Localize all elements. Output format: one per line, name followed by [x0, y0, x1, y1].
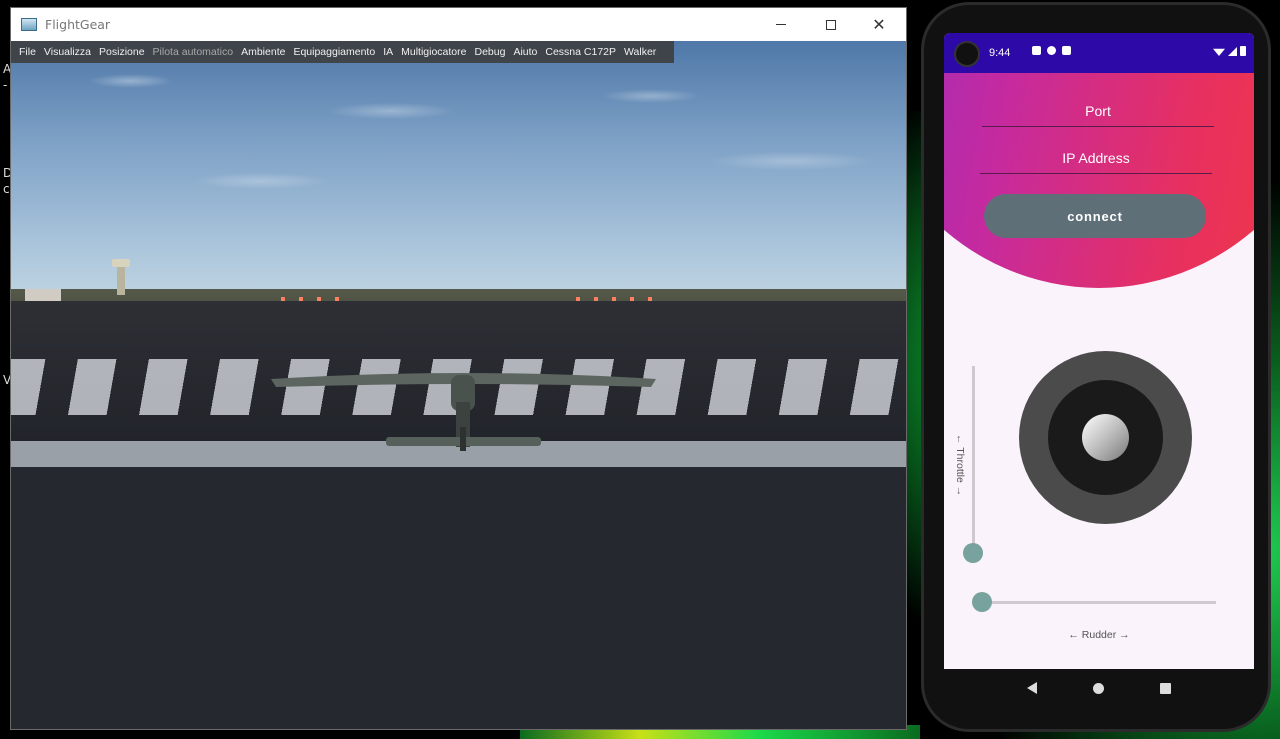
tarmac: [11, 467, 906, 729]
throttle-slider-track[interactable]: [972, 366, 975, 554]
ip-address-field[interactable]: IP Address: [980, 150, 1212, 174]
battery-icon: [1240, 46, 1246, 56]
phone-screen: 9:44 Port IP Address connect ← Throttle …: [944, 33, 1254, 669]
runway-lights: [576, 297, 656, 301]
joystick-knob[interactable]: [1082, 414, 1129, 461]
throttle-slider-thumb[interactable]: [963, 543, 983, 563]
minimize-icon: [776, 24, 786, 25]
menu-file[interactable]: File: [15, 46, 40, 58]
menu-cessna-c172p[interactable]: Cessna C172P: [541, 46, 620, 58]
ip-placeholder: IP Address: [1062, 150, 1130, 166]
menu-ia[interactable]: IA: [379, 46, 397, 58]
port-placeholder: Port: [1085, 103, 1111, 119]
status-time: 9:44: [989, 47, 1011, 59]
hangar-building: [25, 289, 61, 301]
flightgear-window: FlightGear ✕ File Visualizza Posizione P…: [10, 7, 907, 730]
status-bar: 9:44: [944, 33, 1254, 73]
window-titlebar[interactable]: FlightGear ✕: [11, 8, 906, 41]
cessna-aircraft: [271, 373, 656, 451]
throttle-label: ← Throttle →: [954, 434, 966, 497]
close-icon: ✕: [872, 15, 886, 34]
wifi-icon: [1213, 48, 1225, 56]
close-button[interactable]: ✕: [856, 8, 902, 41]
phone-device: 9:44 Port IP Address connect ← Throttle …: [921, 2, 1271, 732]
home-icon[interactable]: [1093, 682, 1104, 694]
signal-icon: [1228, 47, 1237, 56]
menu-multigiocatore[interactable]: Multigiocatore: [397, 46, 470, 58]
menu-pilota-automatico[interactable]: Pilota automatico: [149, 46, 238, 58]
desktop-icon-label: -: [3, 78, 8, 92]
maximize-icon: [826, 19, 836, 30]
recent-apps-icon[interactable]: [1160, 682, 1171, 694]
window-title: FlightGear: [45, 17, 111, 32]
menu-visualizza[interactable]: Visualizza: [40, 46, 95, 58]
port-field[interactable]: Port: [982, 103, 1214, 127]
front-camera: [954, 41, 980, 67]
sky: [11, 41, 906, 294]
rudder-slider-track[interactable]: [982, 601, 1216, 604]
menu-walker[interactable]: Walker: [620, 46, 660, 58]
system-icons: [1213, 46, 1246, 56]
notification-icon: [1047, 46, 1056, 55]
flightgear-menubar: File Visualizza Posizione Pilota automat…: [11, 41, 674, 63]
menu-equipaggiamento[interactable]: Equipaggiamento: [289, 46, 379, 58]
control-tower-cab: [112, 259, 130, 267]
runway-lights: [281, 297, 351, 301]
rudder-label: ← Rudder →: [1068, 629, 1130, 641]
flight-simulator-view[interactable]: [11, 41, 906, 729]
maximize-button[interactable]: [808, 8, 854, 41]
desktop-icon-label: c: [3, 182, 10, 196]
back-icon[interactable]: [1027, 682, 1037, 694]
menu-debug[interactable]: Debug: [470, 46, 509, 58]
flightgear-app-icon: [21, 18, 37, 31]
control-tower: [117, 263, 125, 295]
connect-button[interactable]: connect: [984, 194, 1206, 238]
notification-icon: [1032, 46, 1041, 55]
android-nav-bar: [944, 669, 1254, 707]
rudder-slider-thumb[interactable]: [972, 592, 992, 612]
menu-posizione[interactable]: Posizione: [95, 46, 149, 58]
sim-card-icon: [1062, 46, 1071, 55]
menu-aiuto[interactable]: Aiuto: [509, 46, 541, 58]
minimize-button[interactable]: [758, 8, 804, 41]
notification-icons: [1032, 46, 1071, 55]
menu-ambiente[interactable]: Ambiente: [237, 46, 289, 58]
